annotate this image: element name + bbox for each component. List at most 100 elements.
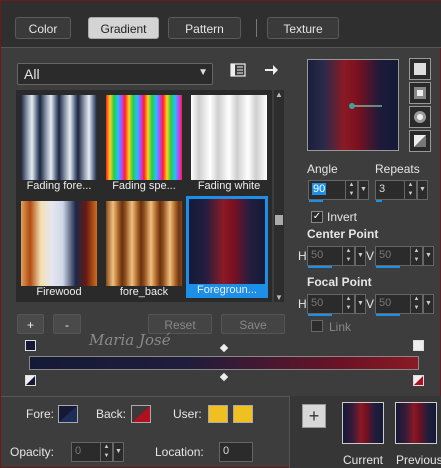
chevron-down-icon[interactable]: ▼ (113, 442, 124, 462)
spin-arrows-icon[interactable]: ▲ ▼ (345, 181, 357, 199)
gradient-label: Fading spe... (112, 180, 176, 192)
chevron-down-icon[interactable]: ▼ (423, 246, 434, 266)
spin-arrows-icon[interactable]: ▲ ▼ (100, 443, 112, 461)
chevron-down-icon[interactable]: ▼ (355, 294, 366, 314)
gradient-item-firewood[interactable]: Firewood (18, 198, 100, 300)
gradient-item-fading-white[interactable]: Fading white (188, 92, 270, 194)
material-properties-dialog: Color Gradient Pattern Texture All ▼ Fad… (0, 0, 441, 468)
resource-library-icon[interactable] (230, 63, 246, 80)
user-swatch-2[interactable] (233, 405, 253, 423)
top-midpoint-handle[interactable] (219, 343, 229, 353)
location-input[interactable]: 0 (219, 442, 253, 462)
focal-v-slider-fill (376, 314, 400, 316)
current-swatch[interactable] (342, 402, 384, 444)
tab-gradient[interactable]: Gradient (88, 17, 159, 39)
fore-swatch[interactable] (58, 405, 78, 423)
gradient-preview[interactable] (307, 59, 399, 151)
style-rectangular-button[interactable] (409, 82, 431, 104)
center-v-slider-fill (376, 266, 400, 268)
chevron-down-icon[interactable]: ▼ (358, 180, 369, 200)
angle-value: 90 (312, 183, 327, 195)
spin-arrows-icon[interactable]: ▲ ▼ (342, 247, 354, 265)
style-radial-button[interactable] (409, 130, 431, 152)
gradient-swatch (191, 95, 267, 180)
focal-h-value: 50 (311, 297, 324, 309)
gradient-swatch (21, 201, 97, 286)
spin-arrows-icon[interactable]: ▲ ▼ (410, 247, 422, 265)
focal-v-spinner[interactable]: 50 ▲ ▼ ▼ (375, 294, 434, 316)
gradient-swatch (21, 95, 97, 180)
add-gradient-button[interactable]: + (17, 314, 44, 334)
center-point-label: Center Point (307, 227, 379, 241)
top-right-stop[interactable] (413, 340, 424, 351)
scroll-down-icon[interactable]: ▼ (274, 293, 284, 302)
bottom-midpoint-handle[interactable] (219, 372, 229, 382)
gradient-label: Fading white (197, 180, 261, 192)
tab-color[interactable]: Color (15, 17, 71, 39)
watermark-logo: Maria José (89, 331, 171, 349)
gradient-editor-bar[interactable] (29, 356, 419, 370)
invert-checkbox[interactable]: ✓ (311, 211, 323, 223)
gradient-item-fading-foreground[interactable]: Fading fore... (18, 92, 100, 194)
center-point-handle[interactable] (308, 60, 398, 150)
gradient-grid-scrollbar[interactable]: ▲ ▼ (274, 90, 284, 302)
spin-arrows-icon[interactable]: ▲ ▼ (342, 295, 354, 313)
opacity-spinner[interactable]: 0 ▲ ▼ ▼ (71, 442, 124, 462)
scroll-up-icon[interactable]: ▲ (274, 90, 284, 99)
tab-divider (256, 19, 257, 37)
tab-pattern[interactable]: Pattern (168, 17, 241, 39)
arrow-right-icon[interactable] (264, 63, 278, 80)
link-checkbox[interactable] (311, 320, 323, 332)
current-label: Current (343, 453, 384, 467)
center-v-spinner[interactable]: 50 ▲ ▼ ▼ (375, 246, 434, 268)
previous-swatch[interactable] (395, 402, 437, 444)
focal-h-label: H (298, 297, 307, 311)
top-left-stop[interactable] (25, 340, 36, 351)
gradient-label: Firewood (36, 286, 82, 298)
gradient-item-fore-back[interactable]: fore_back (103, 198, 185, 300)
gradient-label: Fading fore... (26, 180, 92, 192)
spin-arrows-icon[interactable]: ▲ ▼ (410, 295, 422, 313)
focal-h-spinner[interactable]: 50 ▲ ▼ ▼ (307, 294, 366, 316)
location-value: 0 (223, 445, 230, 457)
angle-spinner[interactable]: 90 ▲ ▼ ▼ (308, 180, 369, 202)
center-h-spinner[interactable]: 50 ▲ ▼ ▼ (307, 246, 366, 268)
spin-arrows-icon[interactable]: ▲ ▼ (404, 181, 416, 199)
chevron-down-icon[interactable]: ▼ (417, 180, 428, 200)
user-swatch-1[interactable] (208, 405, 228, 423)
opacity-label: Opacity: (10, 445, 55, 459)
style-sunburst-button[interactable] (409, 106, 431, 128)
angle-slider-fill (309, 200, 323, 202)
center-h-slider-fill (308, 266, 332, 268)
tab-texture[interactable]: Texture (267, 17, 339, 39)
focal-point-label: Focal Point (307, 275, 372, 289)
gradient-item-fading-spectrum[interactable]: Fading spe... (103, 92, 185, 194)
back-label: Back: (96, 407, 127, 421)
center-h-value: 50 (311, 249, 324, 261)
gradient-swatch (106, 201, 182, 286)
chevron-down-icon[interactable]: ▼ (423, 294, 434, 314)
chevron-down-icon: ▼ (198, 67, 208, 78)
bottom-right-stop[interactable] (413, 375, 424, 386)
save-button[interactable]: Save (221, 314, 285, 334)
focal-v-label: V (366, 297, 375, 311)
category-dropdown[interactable]: All ▼ (17, 63, 213, 85)
fore-label: Fore: (26, 407, 55, 421)
center-v-value: 50 (379, 249, 392, 261)
repeats-slider-fill (376, 200, 382, 202)
chevron-down-icon[interactable]: ▼ (355, 246, 366, 266)
gradient-label: fore_back (119, 286, 169, 298)
style-linear-button[interactable] (409, 58, 431, 80)
scrollbar-thumb[interactable] (275, 215, 283, 225)
bottom-left-stop[interactable] (25, 375, 36, 386)
add-swatch-button[interactable]: + (302, 404, 326, 428)
gradient-label: Foregroun... (197, 284, 257, 296)
link-label: Link (329, 320, 352, 334)
angle-label: Angle (307, 162, 338, 176)
remove-gradient-button[interactable]: - (53, 314, 81, 334)
gradient-item-foreground-selected[interactable]: Foregroun... (186, 196, 268, 298)
back-swatch[interactable] (131, 405, 151, 423)
repeats-spinner[interactable]: 3 ▲ ▼ ▼ (375, 180, 428, 202)
tab-bar: Color Gradient Pattern Texture (1, 1, 441, 48)
repeats-value: 3 (379, 183, 386, 195)
